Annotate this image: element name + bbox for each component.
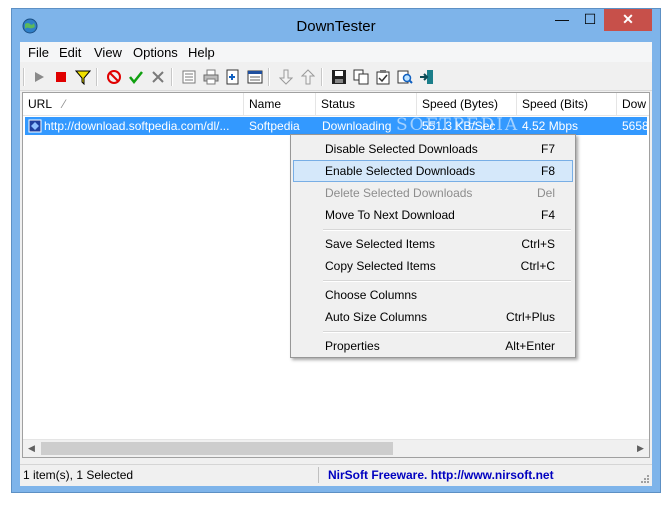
menu-item-label: Properties — [325, 339, 380, 353]
menu-bar: File Edit View Options Help — [20, 42, 652, 62]
menu-item-shortcut: F4 — [540, 208, 555, 222]
find-icon[interactable] — [395, 67, 415, 87]
menu-item-label: Choose Columns — [325, 288, 418, 302]
filter-icon[interactable] — [73, 67, 93, 87]
watermark: SOFTPEDIA — [396, 115, 520, 135]
toolbar-separator — [171, 68, 173, 86]
close-button[interactable]: ✕ — [604, 9, 652, 31]
column-header-name[interactable]: Name — [244, 93, 316, 115]
menu-item-label: Move To Next Download — [325, 208, 455, 222]
menu-item-move-next[interactable]: Move To Next Download F4 — [293, 204, 573, 226]
menu-item-shortcut: Ctrl+S — [521, 237, 555, 251]
menu-item-shortcut: Ctrl+Plus — [505, 310, 555, 324]
play-icon[interactable] — [29, 67, 49, 87]
menu-separator — [323, 331, 571, 333]
menu-item-label: Delete Selected Downloads — [325, 186, 473, 200]
context-menu: Disable Selected Downloads F7 Enable Sel… — [290, 134, 576, 358]
menu-item-label: Copy Selected Items — [325, 259, 436, 273]
cancel-icon[interactable] — [104, 67, 124, 87]
title-bar[interactable]: DownTester — ☐ ✕ — [12, 9, 660, 43]
menu-separator — [323, 280, 571, 282]
scroll-left-arrow[interactable]: ◀ — [23, 440, 40, 457]
menu-help[interactable]: Help — [188, 45, 215, 60]
column-label: URL — [28, 97, 53, 111]
column-header-downloaded[interactable]: Dow — [617, 93, 649, 115]
menu-edit[interactable]: Edit — [59, 45, 81, 60]
menu-separator — [323, 229, 571, 231]
menu-item-auto-size-columns[interactable]: Auto Size Columns Ctrl+Plus — [293, 306, 573, 328]
toolbar-separator — [321, 68, 323, 86]
menu-item-label: Auto Size Columns — [325, 310, 428, 324]
column-header-status[interactable]: Status — [316, 93, 417, 115]
download-item-icon — [28, 119, 42, 133]
cell-downloaded: 5658 — [622, 119, 647, 133]
cell-speed-bits: 4.52 Mbps — [522, 119, 579, 133]
scroll-thumb[interactable] — [41, 442, 393, 455]
menu-item-shortcut: Alt+Enter — [505, 339, 555, 353]
stop-icon[interactable] — [51, 67, 71, 87]
scroll-right-arrow[interactable]: ▶ — [632, 440, 649, 457]
toolbar-separator — [96, 68, 98, 86]
print-icon[interactable] — [201, 67, 221, 87]
options-icon[interactable] — [373, 67, 393, 87]
menu-item-delete-downloads: Delete Selected Downloads Del — [293, 182, 573, 204]
table-row[interactable]: http://download.softpedia.com/dl/... Sof… — [25, 117, 647, 135]
menu-item-copy-selected[interactable]: Copy Selected Items Ctrl+C — [293, 255, 573, 277]
menu-item-choose-columns[interactable]: Choose Columns — [293, 284, 573, 306]
properties-icon[interactable] — [179, 67, 199, 87]
delete-icon[interactable] — [148, 67, 168, 87]
menu-item-enable-downloads[interactable]: Enable Selected Downloads F8 — [293, 160, 573, 182]
move-up-icon[interactable] — [298, 67, 318, 87]
nirsoft-link[interactable]: NirSoft Freeware. http://www.nirsoft.net — [328, 468, 554, 482]
column-header-url[interactable]: URL ⁄ — [23, 93, 244, 115]
menu-options[interactable]: Options — [133, 45, 178, 60]
check-icon[interactable] — [126, 67, 146, 87]
column-header-speed-bytes[interactable]: Speed (Bytes) — [417, 93, 517, 115]
menu-item-label: Save Selected Items — [325, 237, 436, 251]
cell-name: Softpedia — [249, 119, 300, 133]
copy-icon[interactable] — [351, 67, 371, 87]
add-icon[interactable] — [223, 67, 243, 87]
menu-item-shortcut: F8 — [540, 164, 555, 178]
toolbar — [20, 64, 652, 91]
menu-item-label: Disable Selected Downloads — [325, 142, 478, 156]
column-header-speed-bits[interactable]: Speed (Bits) — [517, 93, 617, 115]
list-header: URL ⁄ Name Status Speed (Bytes) Speed (B… — [23, 93, 649, 116]
status-bar: 1 item(s), 1 Selected NirSoft Freeware. … — [20, 464, 652, 486]
save-icon[interactable] — [329, 67, 349, 87]
menu-item-disable-downloads[interactable]: Disable Selected Downloads F7 — [293, 138, 573, 160]
menu-item-shortcut: F7 — [540, 142, 555, 156]
move-down-icon[interactable] — [276, 67, 296, 87]
cell-url: http://download.softpedia.com/dl/... — [44, 119, 230, 133]
menu-item-shortcut: Del — [536, 186, 555, 200]
maximize-button[interactable]: ☐ — [576, 9, 604, 31]
menu-item-shortcut: Ctrl+C — [520, 259, 555, 273]
sort-ascending-icon: ⁄ — [63, 97, 66, 111]
toolbar-separator — [268, 68, 270, 86]
exit-icon[interactable] — [417, 67, 437, 87]
toolbar-separator — [23, 68, 25, 86]
minimize-button[interactable]: — — [548, 9, 576, 31]
status-item-count: 1 item(s), 1 Selected — [23, 468, 134, 482]
menu-view[interactable]: View — [94, 45, 122, 60]
menu-file[interactable]: File — [28, 45, 49, 60]
menu-item-label: Enable Selected Downloads — [325, 164, 476, 178]
menu-item-save-selected[interactable]: Save Selected Items Ctrl+S — [293, 233, 573, 255]
horizontal-scrollbar[interactable]: ◀ ▶ — [23, 439, 649, 457]
status-divider — [318, 467, 319, 483]
resize-grip-icon[interactable] — [640, 474, 650, 484]
html-report-icon[interactable] — [245, 67, 265, 87]
menu-item-properties[interactable]: Properties Alt+Enter — [293, 335, 573, 357]
